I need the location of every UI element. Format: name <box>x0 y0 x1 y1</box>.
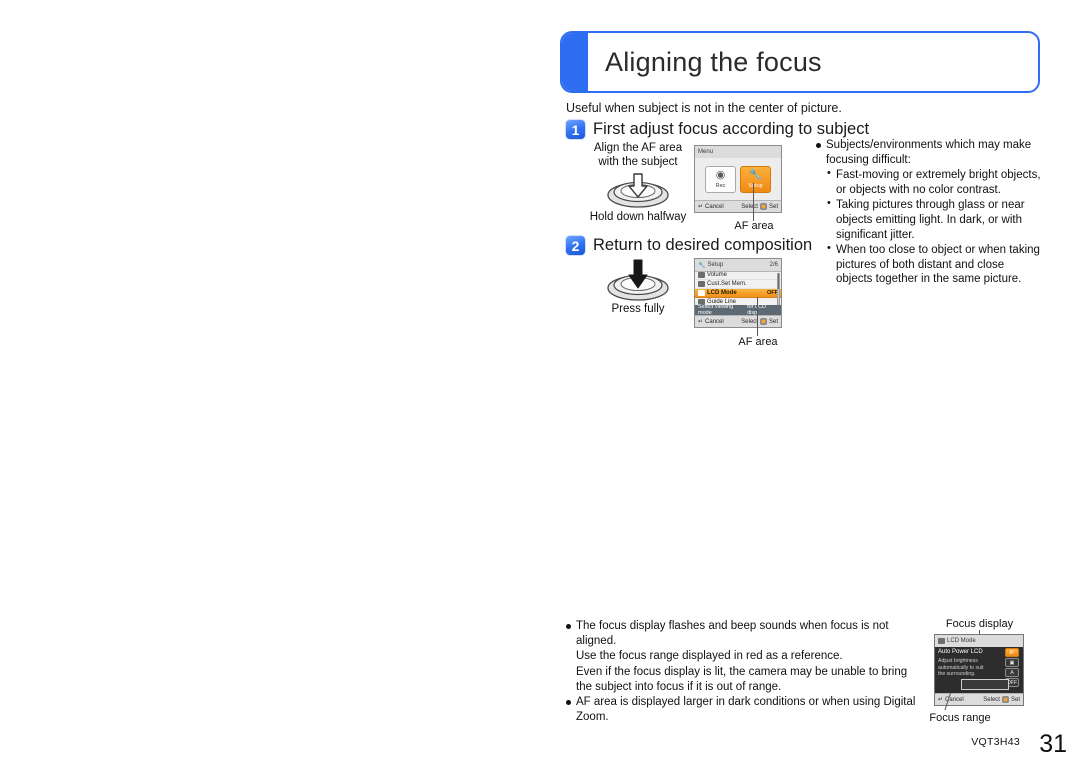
lcd-mode-description: Adjust brightness automatically to suit … <box>938 658 984 677</box>
setup-cancel-button[interactable]: ↵ Cancel <box>698 318 724 326</box>
menu-tile-rec[interactable]: ◉ Rec <box>705 165 736 193</box>
back-arrow-icon: ↵ <box>938 697 944 703</box>
step-1-caption-line1: Align the AF area <box>593 142 683 154</box>
setup-set-label: Set <box>768 318 778 325</box>
menu-tile-setup[interactable]: 🔧 Setup <box>740 165 771 193</box>
custom-set-icon <box>698 281 705 287</box>
lcd-mode-set-button[interactable]: Select Set <box>983 696 1020 703</box>
lcd-mode-screen: LCD Mode Auto Power LCD Adjust brightnes… <box>934 634 1024 706</box>
step-1-callout-label: AF area <box>734 220 774 232</box>
setup-screen-bottombar: ↵ Cancel Select Set <box>695 315 781 327</box>
step-1-title: First adjust focus according to subject <box>593 120 870 138</box>
lcd-mode-option-auto-power[interactable]: A* <box>1005 648 1019 657</box>
lcd-mode-icon <box>698 290 705 296</box>
menu-screen-title: Menu <box>698 149 714 155</box>
menu-select-label: Select <box>741 203 758 210</box>
step-2-caption-bottom: Press fully <box>611 303 665 315</box>
step-2-callout-leader <box>757 297 758 336</box>
bottom-note-1: The focus display flashes and beep sound… <box>566 619 926 695</box>
step-1-caption-line2: with the subject <box>598 156 678 169</box>
step-2-badge: 2 <box>565 235 586 256</box>
dpad-icon <box>1001 696 1009 703</box>
setup-screen-title: Setup <box>707 262 724 268</box>
lcd-mode-cancel-button[interactable]: ↵ Cancel <box>938 696 964 704</box>
focus-difficulty-item-3: When too close to object or when taking … <box>827 242 1041 287</box>
bottom-note-1-line-1: The focus display flashes and beep sound… <box>576 620 889 648</box>
intro-text: Useful when subject is not in the center… <box>566 101 842 115</box>
menu-tile-setup-label: Setup <box>748 182 763 189</box>
setup-screen-page: 2/6 <box>769 262 778 268</box>
focus-difficulty-item-2: Taking pictures through glass or near ob… <box>827 197 1041 242</box>
back-arrow-icon: ↵ <box>698 204 704 210</box>
lcd-mode-option-angle[interactable]: A <box>1005 668 1019 677</box>
step-1-illustration: Align the AF area with the subject Hold … <box>586 141 690 224</box>
setup-scrollbar-thumb[interactable] <box>778 274 779 290</box>
setup-row-cust-set-mem-label: Cust.Set Mem. <box>707 281 747 287</box>
title-accent-bar <box>562 33 588 91</box>
dpad-icon <box>759 318 767 325</box>
setup-select-label: Select <box>741 318 758 325</box>
lcd-mode-topbar-title: LCD Mode <box>947 638 976 644</box>
menu-screen-bottombar: ↵ Cancel Select Set <box>695 200 781 212</box>
lcd-mode-option-title: Auto Power LCD <box>938 649 983 655</box>
focus-display-callout-label: Focus display <box>945 618 1014 630</box>
shutter-button-full-press-icon <box>607 259 669 301</box>
step-2-title: Return to desired composition <box>593 236 813 254</box>
focus-difficulty-item-1: Fast-moving or extremely bright objects,… <box>827 167 1041 197</box>
lcd-mode-set-label: Set <box>1010 696 1020 703</box>
wrench-icon: 🔧 <box>698 262 706 269</box>
setup-set-button[interactable]: Select Set <box>741 318 778 325</box>
setup-hint-bar: Select viewing mode for LCD displ <box>695 304 781 316</box>
dpad-icon <box>759 203 767 210</box>
camera-setup-screen: 🔧 Setup 2/6 Volume Cust.Set Mem. LCD Mod… <box>694 258 782 328</box>
lcd-mode-option-power[interactable]: ▣ <box>1005 658 1019 667</box>
page-number: 31 <box>1039 730 1067 758</box>
setup-row-lcd-mode-label: LCD Mode <box>707 290 737 296</box>
focus-difficulty-list: Fast-moving or extremely bright objects,… <box>816 167 1041 287</box>
focus-difficulty-notes: Subjects/environments which may make foc… <box>816 138 1041 287</box>
step-2-heading: 2 Return to desired composition <box>565 235 812 256</box>
wrench-icon: 🔧 <box>748 168 763 181</box>
menu-set-label: Set <box>768 203 778 210</box>
lcd-mode-body: Auto Power LCD Adjust brightness automat… <box>935 647 1023 693</box>
step-2-callout-label: AF area <box>738 336 778 348</box>
bottom-note-1-line-2: Use the focus range displayed in red as … <box>576 650 843 663</box>
document-code: VQT3H43 <box>971 736 1020 748</box>
lcd-mode-select-label: Select <box>983 696 1000 703</box>
step-2-illustration: Press fully <box>586 258 690 316</box>
back-arrow-icon: ↵ <box>698 319 704 325</box>
focus-difficulty-heading: Subjects/environments which may make foc… <box>816 138 1041 167</box>
menu-set-button[interactable]: Select Set <box>741 203 778 210</box>
bottom-notes: The focus display flashes and beep sound… <box>566 619 926 725</box>
setup-row-volume[interactable]: Volume <box>695 271 781 280</box>
step-1-caption-bottom: Hold down halfway <box>589 210 687 223</box>
bottom-note-2-line-1: AF area is displayed larger in dark cond… <box>576 695 916 724</box>
lcd-mode-icon <box>938 638 945 644</box>
menu-cancel-label: Cancel <box>705 203 724 210</box>
focus-range-indicator <box>961 679 1009 690</box>
step-1-badge: 1 <box>565 119 586 140</box>
step-1-callout-leader <box>753 183 754 221</box>
menu-tiles: ◉ Rec 🔧 Setup <box>695 158 781 200</box>
step-1-heading: 1 First adjust focus according to subjec… <box>565 119 869 140</box>
bottom-note-2: AF area is displayed larger in dark cond… <box>566 695 926 725</box>
menu-cancel-button[interactable]: ↵ Cancel <box>698 203 724 211</box>
shutter-button-half-press-icon <box>607 173 669 208</box>
setup-cancel-label: Cancel <box>705 318 724 325</box>
page-title-bar: Aligning the focus <box>560 31 1040 93</box>
setup-menu-list: Volume Cust.Set Mem. LCD Mode OFF Guide … <box>695 271 781 307</box>
setup-row-cust-set-mem[interactable]: Cust.Set Mem. <box>695 280 781 289</box>
page-title: Aligning the focus <box>605 46 822 77</box>
setup-row-lcd-mode[interactable]: LCD Mode OFF <box>695 289 781 298</box>
setup-row-volume-label: Volume <box>707 272 728 278</box>
focus-range-callout-label: Focus range <box>929 712 991 724</box>
bottom-note-1-line-3: Even if the focus display is lit, the ca… <box>576 665 908 693</box>
camera-icon: ◉ <box>715 168 726 181</box>
camera-menu-screen: Menu ◉ Rec 🔧 Setup ↵ Cancel Select Set <box>694 145 782 213</box>
volume-icon <box>698 272 705 278</box>
menu-tile-rec-label: Rec <box>715 182 726 189</box>
